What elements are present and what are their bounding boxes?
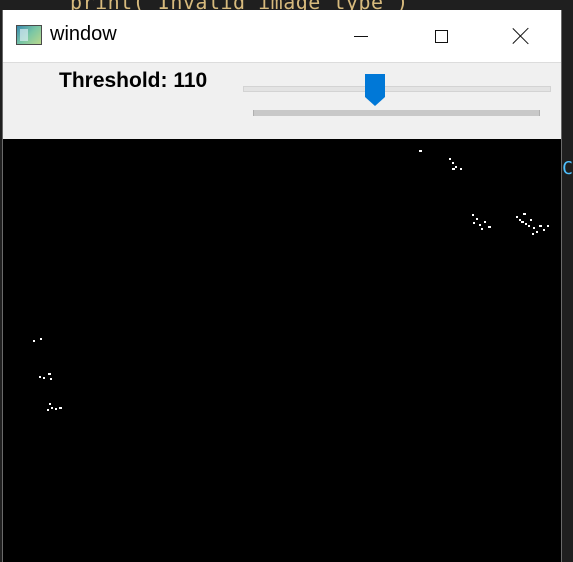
threshold-slider[interactable] — [243, 69, 551, 109]
slider-thumb[interactable] — [364, 73, 386, 107]
white-speck — [484, 221, 486, 223]
white-speck — [528, 225, 530, 227]
close-icon — [512, 27, 530, 45]
white-speck — [455, 166, 457, 168]
white-speck — [543, 229, 545, 231]
white-speck — [521, 221, 524, 223]
white-speck — [48, 373, 51, 375]
white-speck — [47, 409, 49, 411]
white-speck — [50, 378, 52, 380]
window-title: window — [50, 23, 117, 45]
white-speck — [488, 226, 491, 228]
minimize-button[interactable] — [321, 10, 401, 62]
slider-tick-rail — [253, 110, 540, 116]
white-speck — [539, 225, 542, 227]
white-speck — [449, 158, 451, 160]
white-speck — [59, 407, 62, 409]
white-speck — [523, 213, 526, 215]
white-speck — [532, 233, 534, 235]
trackbar-panel: Threshold: 110 — [3, 63, 561, 139]
title-bar[interactable]: window — [3, 10, 561, 63]
white-speck — [533, 227, 535, 229]
white-speck — [516, 216, 518, 218]
white-speck — [530, 219, 532, 221]
threshold-image-pixels — [33, 150, 549, 411]
white-speck — [51, 407, 53, 409]
threshold-image — [3, 139, 561, 562]
white-speck — [479, 224, 481, 226]
white-speck — [43, 377, 45, 379]
white-speck — [525, 223, 527, 225]
white-speck — [452, 162, 454, 164]
white-speck — [419, 150, 422, 152]
maximize-icon — [434, 29, 448, 43]
white-speck — [519, 219, 521, 221]
window-app-icon — [16, 25, 42, 45]
white-speck — [481, 228, 483, 230]
slider-thumb-icon — [365, 74, 385, 106]
white-speck — [472, 214, 474, 216]
white-speck — [452, 168, 455, 170]
white-speck — [40, 338, 42, 340]
maximize-button[interactable] — [401, 10, 481, 62]
white-speck — [460, 168, 462, 170]
editor-side-fragment: C — [562, 158, 573, 179]
white-speck — [547, 225, 549, 227]
white-speck — [55, 408, 57, 410]
opencv-window: window Threshold: 110 — [2, 10, 562, 562]
close-button[interactable] — [481, 10, 561, 62]
minimize-icon — [354, 35, 368, 37]
white-speck — [536, 231, 538, 233]
white-speck — [39, 376, 41, 378]
white-speck — [33, 340, 35, 342]
white-speck — [49, 403, 51, 405]
white-speck — [476, 218, 478, 220]
white-speck — [473, 222, 475, 224]
threshold-label: Threshold: 110 — [59, 69, 208, 92]
slider-track[interactable] — [243, 86, 551, 92]
